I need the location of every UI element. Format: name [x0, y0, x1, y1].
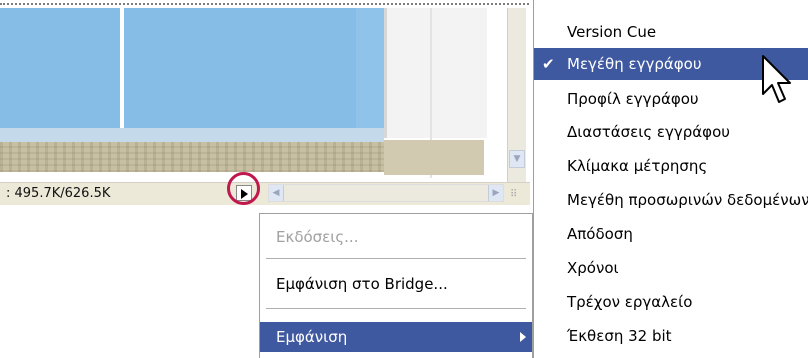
scroll-down-icon[interactable]: ▼ [509, 150, 525, 168]
submenu-item-version-cue[interactable]: Version Cue [534, 16, 808, 48]
menu-item-label: Χρόνοι [567, 259, 619, 277]
menu-item-versions: Εκδόσεις... [260, 222, 532, 252]
document-canvas[interactable]: ▼ [0, 0, 530, 182]
image-band [0, 128, 384, 142]
menu-item-label: Προφίλ εγγράφου [567, 90, 699, 108]
menu-item-show[interactable]: Εμφάνιση [260, 322, 532, 352]
menu-item-label: Διαστάσεις εγγράφου [567, 123, 730, 141]
submenu-item-measurement-scale[interactable]: Κλίμακα μέτρησης [534, 150, 808, 182]
submenu-item-32bit-exposure[interactable]: Έκθεση 32 bit [534, 320, 808, 352]
image-tile [0, 8, 120, 128]
submenu-item-current-tool[interactable]: Τρέχον εργαλείο [534, 286, 808, 318]
menu-item-label: Μεγέθη προσωρινών δεδομένων [567, 191, 808, 209]
chevron-right-icon [520, 332, 526, 342]
horizontal-scrollbar[interactable]: ◀ ▶ [268, 184, 504, 202]
document-size-readout: : 495.7K/626.5K [6, 186, 111, 201]
image-texture [384, 140, 484, 175]
menu-item-label: Κλίμακα μέτρησης [567, 157, 708, 175]
menu-separator [266, 308, 526, 309]
image-tile [124, 8, 359, 128]
image-wall [384, 8, 487, 138]
submenu-item-scratch-sizes[interactable]: Μεγέθη προσωρινών δεδομένων [534, 184, 808, 216]
status-popup-menu: Εκδόσεις... Εμφάνιση στο Bridge... Εμφάν… [259, 213, 533, 358]
menu-item-label: Έκθεση 32 bit [567, 327, 672, 345]
menu-item-label: Μεγέθη εγγράφου [567, 55, 702, 73]
submenu-item-document-dimensions[interactable]: Διαστάσεις εγγράφου [534, 116, 808, 148]
checkmark-icon: ✔ [542, 55, 555, 73]
menu-item-label: Εμφάνιση στο Bridge... [276, 275, 448, 293]
menu-item-label: Εμφάνιση [276, 328, 348, 346]
menu-item-label: Version Cue [567, 23, 657, 41]
menu-separator [266, 258, 526, 259]
callout-circle [227, 172, 260, 205]
image-tile [356, 8, 384, 134]
menu-item-label: Απόδοση [567, 225, 633, 243]
scroll-right-icon[interactable]: ▶ [488, 185, 503, 201]
scroll-left-icon[interactable]: ◀ [269, 185, 284, 201]
image-texture [0, 142, 384, 172]
menu-item-label: Τρέχον εργαλείο [567, 293, 693, 311]
submenu-item-efficiency[interactable]: Απόδοση [534, 218, 808, 250]
arrow-pointer-icon [762, 55, 791, 103]
menu-item-reveal-in-bridge[interactable]: Εμφάνιση στο Bridge... [260, 269, 532, 299]
submenu-item-timing[interactable]: Χρόνοι [534, 252, 808, 284]
canvas-marquee-edge [0, 3, 530, 5]
resize-grip-icon[interactable]: ⠿ [510, 189, 518, 200]
menu-item-label: Εκδόσεις... [276, 228, 359, 246]
